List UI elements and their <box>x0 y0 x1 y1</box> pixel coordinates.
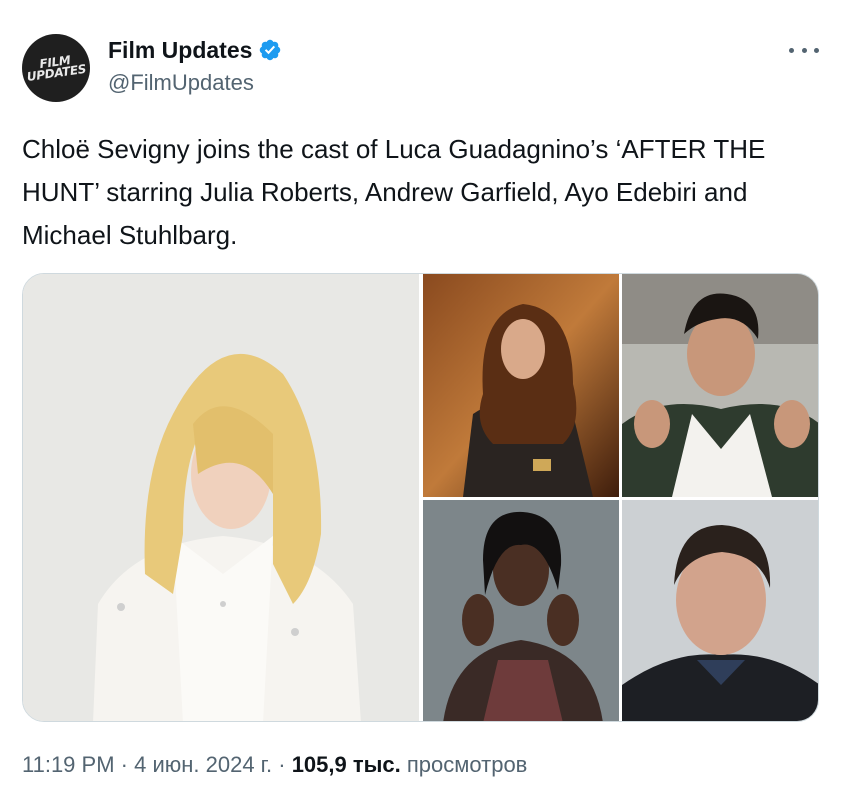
dot-icon <box>814 47 819 53</box>
separator: · <box>114 752 135 777</box>
verified-badge-icon <box>260 39 281 61</box>
tweet-meta: 11:19 PM · 4 июн. 2024 г. · 105,9 тыс. п… <box>22 752 527 778</box>
more-options-button[interactable] <box>789 38 819 62</box>
tweet-date[interactable]: 4 июн. 2024 г. <box>134 752 272 777</box>
photo-michael-stuhlbarg[interactable] <box>622 500 818 721</box>
display-name[interactable]: Film Updates <box>108 37 252 64</box>
views-label: просмотров <box>400 752 528 777</box>
dot-icon <box>801 47 807 53</box>
photo-ayo-edebiri[interactable] <box>423 500 619 721</box>
portrait-illustration <box>622 274 818 497</box>
photo-andrew-garfield[interactable] <box>622 274 818 497</box>
author-block: Film Updates @FilmUpdates <box>108 34 282 96</box>
photo-chloe-sevigny[interactable] <box>23 274 419 721</box>
avatar[interactable]: FILM UPDATES <box>22 34 90 102</box>
photo-julia-roberts[interactable] <box>423 274 619 497</box>
handle[interactable]: @FilmUpdates <box>108 70 282 96</box>
tweet-card: FILM UPDATES Film Updates @FilmUpdates C… <box>0 0 847 800</box>
separator: · <box>272 752 292 777</box>
avatar-logo-text: FILM UPDATES <box>26 52 88 85</box>
media-grid <box>22 273 819 722</box>
portrait-illustration <box>423 500 619 721</box>
tweet-time[interactable]: 11:19 PM <box>22 752 115 777</box>
name-row: Film Updates <box>108 34 282 66</box>
portrait-illustration <box>23 274 419 721</box>
views-count: 105,9 тыс. <box>291 752 401 777</box>
tweet-text: Chloë Sevigny joins the cast of Luca Gua… <box>22 134 766 250</box>
portrait-illustration <box>423 274 619 497</box>
dot-icon <box>789 47 794 53</box>
portrait-illustration <box>622 500 818 721</box>
